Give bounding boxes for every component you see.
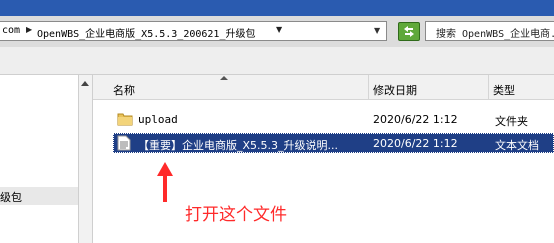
annotation-text: 打开这个文件	[185, 205, 287, 225]
column-header-row: 名称 修改日期 类型	[93, 75, 554, 100]
breadcrumb-segment[interactable]: com	[2, 25, 20, 36]
file-modified: 2020/6/22 1:12	[373, 113, 458, 126]
file-type: 文本文档	[495, 139, 539, 152]
search-placeholder: 搜索 OpenWBS_企业电商...	[436, 29, 554, 40]
file-row-selected[interactable]: 【重要】企业电商版_X5.5.3_升级说明... 2020/6/22 1:12 …	[113, 133, 554, 153]
navigation-scrollbar[interactable]	[78, 75, 93, 243]
file-list-pane: 名称 修改日期 类型 upload 2020/6/22 1:12 文件夹 【重要…	[93, 75, 554, 243]
address-dropdown-icon[interactable]: ▼	[374, 26, 380, 35]
address-field[interactable]: com ▶ OpenWBS_企业电商版_X5.5.3_200621_升级包 ▼ …	[0, 21, 387, 41]
annotation-arrow-icon	[157, 162, 173, 202]
command-toolbar	[0, 47, 554, 75]
file-name: upload	[138, 113, 178, 126]
nav-item-selected[interactable]: 级包	[0, 187, 78, 205]
refresh-icon	[404, 26, 414, 37]
text-file-icon	[117, 135, 131, 151]
column-header-modified[interactable]: 修改日期	[369, 75, 489, 100]
column-header-label: 类型	[493, 84, 515, 97]
file-row-folder[interactable]: upload 2020/6/22 1:12 文件夹	[113, 109, 554, 129]
address-bar-area: com ▶ OpenWBS_企业电商版_X5.5.3_200621_升级包 ▼ …	[0, 16, 554, 47]
search-input[interactable]: 搜索 OpenWBS_企业电商...	[425, 21, 554, 41]
folder-icon	[117, 113, 133, 126]
scroll-up-arrow-icon[interactable]	[81, 81, 89, 86]
column-header-name[interactable]: 名称	[93, 75, 369, 100]
window-titlebar	[0, 0, 554, 16]
column-header-label: 名称	[113, 84, 135, 97]
breadcrumb-chevron-icon[interactable]: ▶	[26, 25, 32, 34]
sort-ascending-icon	[220, 76, 228, 80]
file-name: 【重要】企业电商版_X5.5.3_升级说明...	[138, 139, 339, 152]
navigation-pane: 级包	[0, 75, 78, 243]
column-header-label: 修改日期	[373, 84, 417, 97]
breadcrumb-segment[interactable]: OpenWBS_企业电商版_X5.5.3_200621_升级包	[37, 25, 255, 40]
refresh-button[interactable]	[398, 22, 420, 41]
column-header-type[interactable]: 类型	[489, 75, 554, 100]
file-modified: 2020/6/22 1:12	[373, 137, 458, 150]
file-type: 文件夹	[495, 115, 528, 128]
nav-item-label: 级包	[0, 191, 22, 204]
breadcrumb-chevron-icon[interactable]: ▼	[276, 25, 282, 34]
